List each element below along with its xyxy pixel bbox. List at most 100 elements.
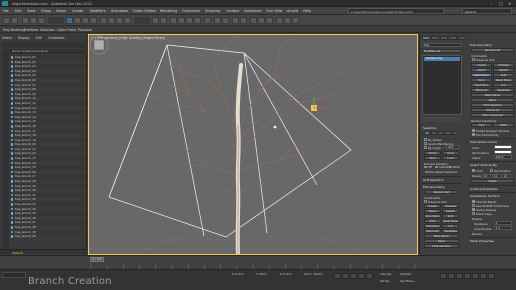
- visibility-icon[interactable]: [10, 111, 14, 114]
- scale-icon[interactable]: [116, 16, 123, 24]
- tab-poly-modeling[interactable]: Poly Modeling: [3, 28, 25, 32]
- delete-isolated-checkbox[interactable]: [472, 129, 475, 132]
- full-interactivity-checkbox[interactable]: [472, 133, 475, 136]
- bind-space-warp-icon[interactable]: [38, 16, 45, 24]
- viewcube-icon[interactable]: [89, 35, 109, 55]
- selection-filter-dropdown[interactable]: [48, 16, 64, 24]
- time-slider[interactable]: 0 / 100: [90, 257, 104, 262]
- visibility-icon[interactable]: [10, 65, 14, 68]
- minimize-icon[interactable]: –: [490, 1, 492, 6]
- visibility-icon[interactable]: [10, 124, 14, 128]
- border-mode-icon[interactable]: [438, 131, 444, 136]
- collapse-button[interactable]: Collapse: [442, 204, 459, 209]
- visibility-icon[interactable]: [10, 106, 14, 110]
- visibility-icon[interactable]: [10, 212, 14, 215]
- make-planar-button-right[interactable]: Make Planar: [471, 93, 514, 98]
- tab-selection[interactable]: Selection: [40, 28, 55, 32]
- smoothness-field[interactable]: 1.0: [494, 226, 512, 230]
- range-b-field[interactable]: 10: [502, 173, 511, 178]
- next-frame-icon[interactable]: [358, 273, 365, 279]
- select-vertices-by-title[interactable]: Select Vertices By: [470, 163, 497, 167]
- preserve-uvs-checkbox[interactable]: [424, 200, 427, 203]
- select-button[interactable]: Select: [471, 179, 514, 184]
- scene-tab-display[interactable]: Display: [18, 36, 30, 40]
- scene-tab-select[interactable]: Select: [2, 36, 12, 40]
- menu-create[interactable]: Create: [72, 9, 83, 13]
- snaps-toggle-icon[interactable]: [170, 16, 177, 24]
- collapse-button-right[interactable]: Collapse: [493, 63, 514, 68]
- split-button[interactable]: Split: [442, 214, 459, 219]
- quickslice-button-right[interactable]: QuickSlice: [471, 83, 492, 88]
- cut-button-right[interactable]: Cut: [493, 83, 514, 88]
- set-key-button[interactable]: Set Key: [380, 280, 390, 283]
- render-production-icon[interactable]: [292, 16, 299, 24]
- render-setup-icon[interactable]: [276, 16, 283, 24]
- attach-button-right[interactable]: Attach: [471, 68, 492, 73]
- undo-icon[interactable]: [3, 16, 10, 24]
- rendered-frame-window-icon[interactable]: [284, 16, 291, 24]
- reset-plane-button[interactable]: Reset Plane: [442, 219, 459, 224]
- object-name-field[interactable]: tree: [422, 43, 462, 47]
- curve-editor-icon[interactable]: [250, 16, 257, 24]
- visibility-icon[interactable]: [10, 143, 14, 146]
- orbit-icon[interactable]: [480, 273, 487, 279]
- stack-item-editable-poly[interactable]: Editable Poly: [424, 57, 460, 61]
- range-r-field[interactable]: 10: [482, 173, 491, 178]
- visibility-icon[interactable]: [10, 97, 14, 100]
- perspective-viewport[interactable]: [+] [Perspective] [High Quality] [Edged …: [88, 34, 418, 255]
- vertex-properties-rollout-title[interactable]: Edit Vertex Colors: [470, 140, 497, 144]
- move-icon[interactable]: [100, 16, 107, 24]
- element-mode-icon[interactable]: [452, 131, 458, 136]
- select-object-icon[interactable]: [66, 16, 73, 24]
- x-coordinate[interactable]: X: 0.0cm: [232, 273, 244, 276]
- menu-scripting[interactable]: Scripting: [205, 9, 220, 13]
- display-tab-icon[interactable]: [458, 36, 466, 41]
- ring-button[interactable]: Ring: [424, 156, 441, 161]
- hierarchy-tab-icon[interactable]: [440, 36, 448, 41]
- soft-selection-rollout-title[interactable]: Soft Selection: [423, 178, 444, 182]
- play-icon[interactable]: [350, 273, 357, 279]
- menu-substance[interactable]: Substance: [244, 9, 262, 13]
- show-cage-checkbox[interactable]: [472, 212, 475, 215]
- visibility-icon[interactable]: [10, 207, 14, 211]
- slice-button-right[interactable]: Slice: [471, 78, 492, 83]
- menu-graph-editors[interactable]: Graph Editors: [133, 9, 156, 13]
- selection-rollout-title[interactable]: Selection: [423, 126, 437, 130]
- shrink-button[interactable]: Shrink: [424, 151, 441, 156]
- edit-geometry-rollout-title[interactable]: Edit Geometry: [423, 185, 445, 189]
- relax-button-right[interactable]: Relax: [471, 98, 514, 103]
- tab-object-paint[interactable]: Object Paint: [57, 28, 76, 32]
- visibility-icon[interactable]: [10, 134, 14, 137]
- tab-freeform[interactable]: Freeform: [24, 28, 38, 32]
- smooth-result-checkbox[interactable]: [472, 200, 475, 203]
- edit-geometry-right-title[interactable]: Edit Geometry: [470, 43, 492, 47]
- by-angle-checkbox[interactable]: [424, 146, 427, 149]
- transform-gizmo[interactable]: [311, 97, 325, 111]
- repeat-last-button[interactable]: Repeat Last: [424, 190, 459, 195]
- scene-tab-edit[interactable]: Edit: [36, 36, 42, 40]
- visibility-icon[interactable]: [10, 198, 14, 201]
- preserve-uvs-right-checkbox[interactable]: [472, 58, 475, 61]
- hide-selected-button-right[interactable]: Hide Selected: [471, 103, 514, 108]
- slice-button[interactable]: Slice: [424, 219, 441, 224]
- color-radio[interactable]: [472, 169, 475, 172]
- visibility-icon[interactable]: [10, 60, 14, 64]
- menu-arnold[interactable]: Arnold: [287, 9, 298, 13]
- visibility-icon[interactable]: [10, 115, 14, 119]
- visibility-icon[interactable]: [10, 56, 14, 59]
- grow-button[interactable]: Grow: [442, 151, 459, 156]
- create-button[interactable]: Create: [424, 204, 441, 209]
- project-path-field[interactable]: C:\Users\Edmond\Documents\3ds Max 2022: [348, 8, 444, 14]
- use-nurms-checkbox[interactable]: [472, 204, 475, 207]
- create-button-right[interactable]: Create: [471, 63, 492, 68]
- visibility-icon[interactable]: [10, 152, 14, 156]
- loop-button[interactable]: Loop: [442, 156, 459, 161]
- menu-group[interactable]: Group: [41, 9, 51, 13]
- quickslice-button[interactable]: QuickSlice: [424, 224, 441, 229]
- scene-list-header[interactable]: Name (Sorted Ascending): [10, 49, 85, 54]
- hide-unselected-button[interactable]: Hide Unselected: [471, 113, 514, 118]
- percent-snap-icon[interactable]: [186, 16, 193, 24]
- select-manipulate-icon[interactable]: [160, 16, 167, 24]
- maximize-viewport-icon[interactable]: [488, 273, 495, 279]
- illumination-radio[interactable]: [490, 169, 493, 172]
